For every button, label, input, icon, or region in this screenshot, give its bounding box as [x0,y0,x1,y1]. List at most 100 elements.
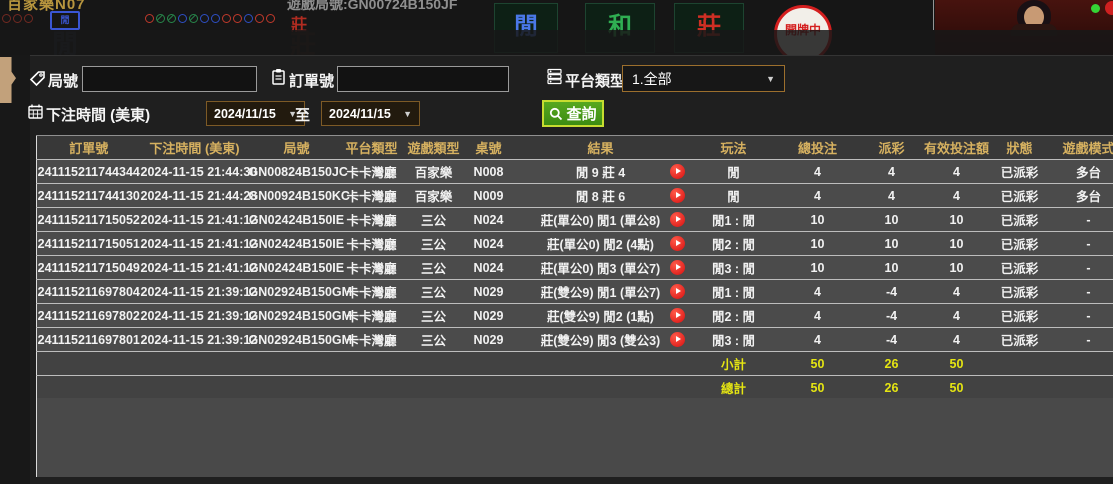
cell-game-no: GN02924B150GM [249,328,345,352]
cell-total-bet: 4 [775,280,861,304]
cell-valid-bet: 10 [923,232,991,256]
platform-type-select[interactable]: 1.全部 ▼ [622,65,785,92]
divider [933,0,934,30]
cell-payout: 10 [861,256,923,280]
dim-overlay [0,30,1113,55]
platform-list-icon [546,68,563,85]
cell-valid-bet: 4 [923,304,991,328]
cell-order-no: 241115211715049 [37,256,141,280]
cell-game-type: 三公 [399,280,469,304]
col-play: 玩法 [693,136,775,160]
cell-play: 閒1 : 閒 [693,208,775,232]
cell-total-bet: 4 [775,304,861,328]
cell-status: 已派彩 [991,208,1049,232]
cell-platform: 卡卡灣廳 [345,304,399,328]
chevron-down-icon: ▼ [403,109,412,119]
cell-payout: -4 [861,328,923,352]
col-order-no: 訂單號 [37,136,141,160]
cell-table-no: N009 [469,184,509,208]
cell-game-no: GN00924B150KC [249,184,345,208]
panel-top-border [0,55,1113,56]
clipboard-icon [270,68,287,85]
cell-play: 閒1 : 閒 [693,280,775,304]
cell-mode: - [1049,328,1113,352]
cell-platform: 卡卡灣廳 [345,232,399,256]
cell-order-no: 241115211744344 [37,160,141,184]
replay-button[interactable] [670,236,685,251]
round-number-input[interactable] [82,66,257,92]
play-icon [676,264,681,270]
table-empty-area [36,398,1113,477]
table-header-row: 訂單號 下注時間 (美東) 局號 平台類型 遊戲類型 桌號 結果 玩法 總投注 … [37,136,1113,160]
replay-button[interactable] [670,308,685,323]
bead-red [2,14,11,23]
subtotal-total-bet: 50 [775,352,861,376]
table-row: 241115211697801 2024-11-15 21:39:12 GN02… [37,328,1113,352]
cell-game-no: GN02924B150GM [249,280,345,304]
cell-table-no: N024 [469,256,509,280]
col-mode: 遊戲模式 [1049,136,1113,160]
cell-order-no: 241115211715052 [37,208,141,232]
cell-result: 莊(雙公9) 閒2 (1點) [509,304,693,328]
bead-blue [200,14,209,23]
cell-result: 閒 8 莊 6 [509,184,693,208]
bead-blue [178,14,187,23]
replay-button[interactable] [670,212,685,227]
search-button[interactable]: 查詢 [542,100,604,127]
replay-button[interactable] [670,164,685,179]
cell-table-no: N029 [469,280,509,304]
platform-type-value: 1.全部 [632,69,672,89]
cell-order-no: 241115211744130 [37,184,141,208]
bead-blue [244,14,253,23]
replay-button[interactable] [670,188,685,203]
subtotal-row: 小計 50 26 50 [37,352,1113,376]
cell-total-bet: 10 [775,208,861,232]
replay-button[interactable] [670,260,685,275]
cell-result: 莊(雙公9) 閒1 (單公7) [509,280,693,304]
order-number-input[interactable] [337,66,509,92]
cell-status: 已派彩 [991,160,1049,184]
replay-button[interactable] [670,284,685,299]
cell-game-type: 三公 [399,232,469,256]
cell-platform: 卡卡灣廳 [345,184,399,208]
replay-button[interactable] [670,332,685,347]
bead-green [156,14,165,23]
col-bet-time: 下注時間 (美東) [141,136,249,160]
total-valid-bet: 50 [923,376,991,400]
cell-valid-bet: 10 [923,208,991,232]
cell-mode: 多台 [1049,160,1113,184]
bead-red [233,14,242,23]
table-row: 241115211697802 2024-11-15 21:39:12 GN02… [37,304,1113,328]
col-total-bet: 總投注 [775,136,861,160]
cell-status: 已派彩 [991,304,1049,328]
cell-bet-time: 2024-11-15 21:39:12 [141,304,249,328]
cell-platform: 卡卡灣廳 [345,160,399,184]
table-row: 241115211697804 2024-11-15 21:39:12 GN02… [37,280,1113,304]
bead-red [24,14,33,23]
bead-red [266,14,275,23]
bet-time-label: 下注時間 (美東) [46,104,150,125]
table-row: 241115211744130 2024-11-15 21:44:28 GN00… [37,184,1113,208]
bead-red [222,14,231,23]
table-row: 241115211715052 2024-11-15 21:41:12 GN02… [37,208,1113,232]
play-icon [676,336,681,342]
cell-status: 已派彩 [991,184,1049,208]
cell-mode: - [1049,280,1113,304]
date-from-select[interactable]: 2024/11/15 ▼ [206,101,305,126]
cell-game-type: 百家樂 [399,184,469,208]
cell-play: 閒 [693,160,775,184]
cell-bet-time: 2024-11-15 21:44:28 [141,184,249,208]
cell-mode: 多台 [1049,184,1113,208]
platform-type-label: 平台類型 [565,70,625,91]
cell-platform: 卡卡灣廳 [345,208,399,232]
date-to-select[interactable]: 2024/11/15 ▼ [321,101,420,126]
subtotal-valid-bet: 50 [923,352,991,376]
cell-table-no: N029 [469,328,509,352]
cell-order-no: 241115211697804 [37,280,141,304]
cell-payout: -4 [861,280,923,304]
cell-mode: - [1049,256,1113,280]
cell-valid-bet: 4 [923,160,991,184]
cell-payout: 4 [861,160,923,184]
col-game-type: 遊戲類型 [399,136,469,160]
col-platform: 平台類型 [345,136,399,160]
